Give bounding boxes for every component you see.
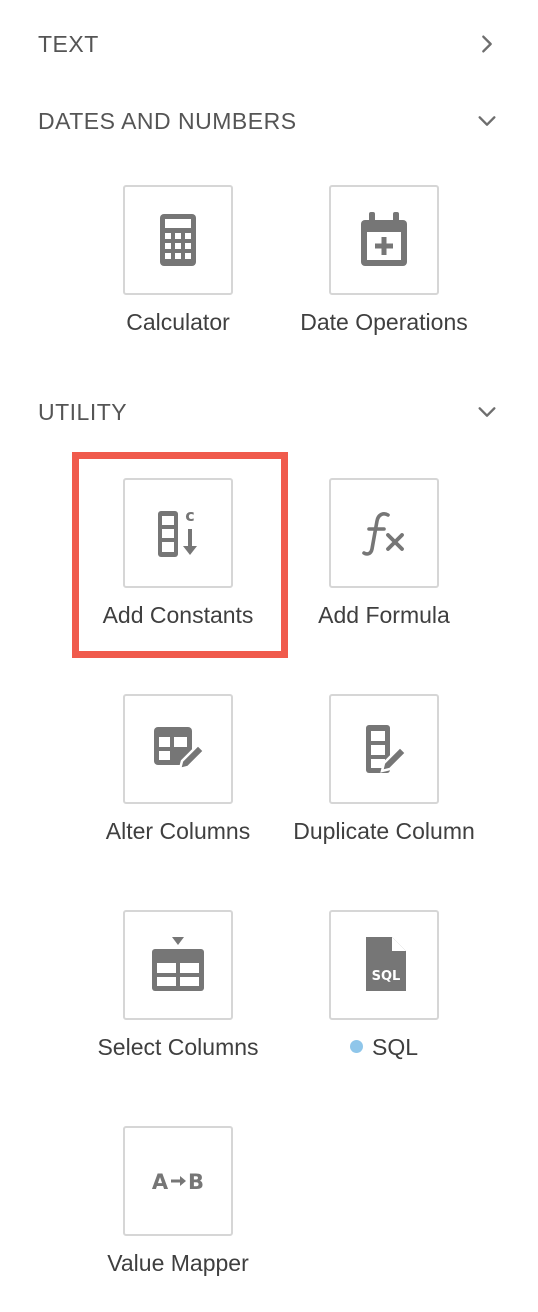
chevron-right-icon[interactable]	[476, 33, 498, 55]
tool-label: Alter Columns	[105, 818, 251, 844]
tool-alter-columns[interactable]: Alter Columns	[68, 694, 288, 845]
tool-date-operations-tile[interactable]	[329, 185, 439, 295]
tool-label: Select Columns	[97, 1034, 259, 1060]
tool-select-columns[interactable]: Select Columns	[68, 910, 288, 1061]
select-columns-icon	[152, 937, 204, 991]
tool-label: Calculator	[126, 309, 230, 335]
tool-add-formula[interactable]: Add Formula	[274, 478, 494, 629]
section-title: TEXT	[38, 30, 99, 57]
tool-calculator[interactable]: Calculator	[68, 185, 288, 336]
calculator-icon	[160, 214, 196, 266]
section-header-text[interactable]: TEXT	[38, 24, 498, 64]
tool-label: Add Constants	[102, 602, 254, 628]
tool-label: SQL	[274, 1034, 494, 1061]
a-to-b-icon: A B	[152, 1170, 204, 1194]
tool-sql-tile[interactable]: SQL	[329, 910, 439, 1020]
section-title: DATES AND NUMBERS	[38, 107, 297, 134]
tool-duplicate-column-tile[interactable]	[329, 694, 439, 804]
add-constants-icon: c	[158, 506, 197, 557]
tool-select-columns-tile[interactable]	[123, 910, 233, 1020]
section-title: UTILITY	[38, 398, 128, 425]
tool-date-operations[interactable]: Date Operations	[274, 185, 494, 336]
chevron-down-icon[interactable]	[476, 110, 498, 132]
section-header-utility[interactable]: UTILITY	[38, 392, 498, 432]
tool-label-text: SQL	[371, 1034, 419, 1060]
icon-text-a: A	[152, 1170, 169, 1194]
tool-value-mapper-tile[interactable]: A B	[123, 1126, 233, 1236]
tool-calculator-tile[interactable]	[123, 185, 233, 295]
tool-value-mapper[interactable]: A B Value Mapper	[68, 1126, 288, 1277]
table-edit-icon	[154, 727, 206, 771]
tool-add-constants-tile[interactable]: c	[123, 478, 233, 588]
icon-text-b: B	[188, 1170, 204, 1194]
formula-fx-icon	[362, 512, 404, 556]
tool-label: Add Formula	[318, 602, 450, 628]
svg-text:SQL: SQL	[372, 969, 401, 984]
sql-file-icon: SQL	[366, 937, 406, 991]
tool-label: Value Mapper	[107, 1250, 249, 1276]
chevron-down-icon[interactable]	[476, 401, 498, 423]
tool-label: Date Operations	[300, 309, 468, 335]
section-header-dates-numbers[interactable]: DATES AND NUMBERS	[38, 101, 498, 141]
status-dot	[349, 1040, 363, 1054]
tool-add-formula-tile[interactable]	[329, 478, 439, 588]
tool-sql[interactable]: SQL SQL	[274, 910, 494, 1061]
column-edit-icon	[366, 725, 408, 773]
tool-add-constants[interactable]: c Add Constants	[68, 478, 288, 629]
svg-text:c: c	[185, 506, 194, 525]
tool-label: Duplicate Column	[293, 818, 475, 844]
tool-alter-columns-tile[interactable]	[123, 694, 233, 804]
calendar-plus-icon	[361, 212, 407, 266]
tool-duplicate-column[interactable]: Duplicate Column	[274, 694, 494, 845]
